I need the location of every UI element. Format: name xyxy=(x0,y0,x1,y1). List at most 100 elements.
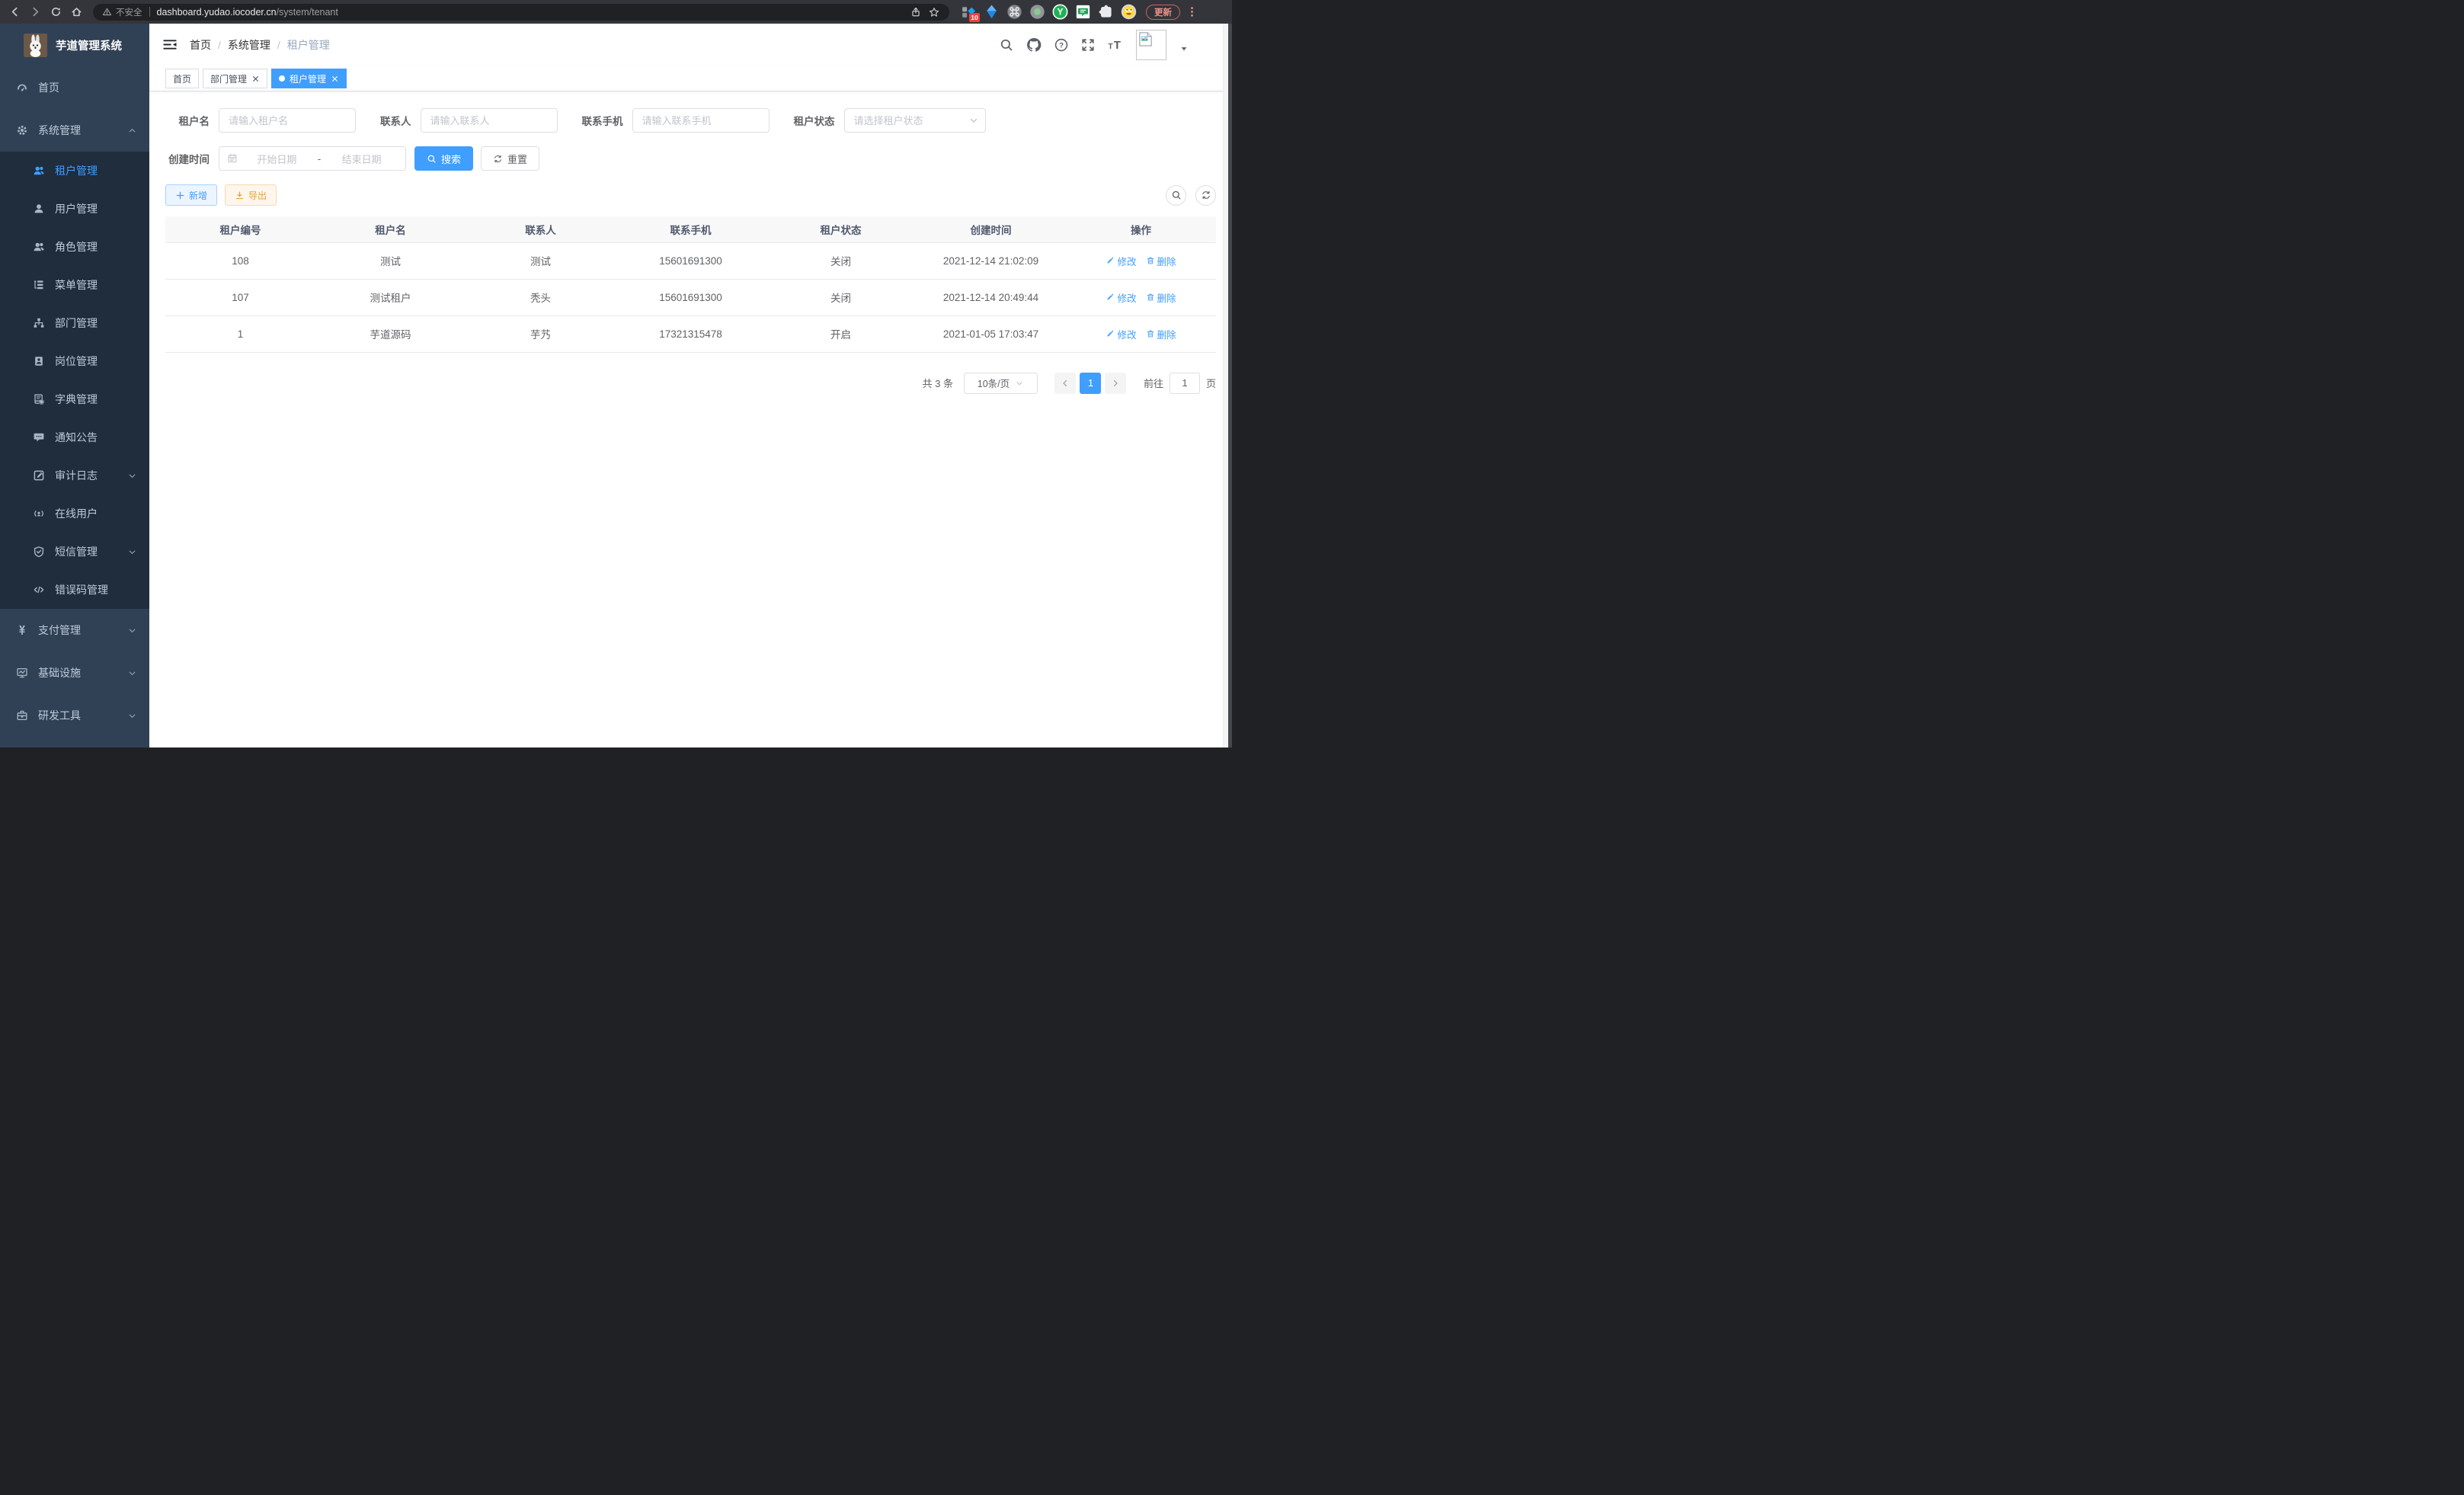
security-label[interactable]: 不安全 xyxy=(116,6,142,18)
browser-home-icon[interactable] xyxy=(66,2,87,22)
share-icon[interactable] xyxy=(907,5,925,20)
online-icon xyxy=(33,507,45,520)
table-header-row: 租户编号租户名联系人联系手机租户状态创建时间操作 xyxy=(165,216,1216,242)
sidebar-item-dept[interactable]: 部门管理 xyxy=(0,304,149,342)
sidebar-item-error-code[interactable]: 错误码管理 xyxy=(0,571,149,609)
goto-page-input[interactable] xyxy=(1170,373,1200,394)
sidebar-item-notice[interactable]: 通知公告 xyxy=(0,418,149,456)
sidebar-item-label: 角色管理 xyxy=(55,239,98,255)
edit-link[interactable]: 修改 xyxy=(1106,290,1136,305)
tab-home[interactable]: 首页 xyxy=(165,69,199,88)
omnibox-divider xyxy=(149,7,150,17)
sidebar-item-label: 基础设施 xyxy=(38,665,81,680)
table-cell: 芋道源码 xyxy=(315,315,466,352)
scrollbar-track[interactable] xyxy=(1223,24,1232,748)
chevron-down-icon xyxy=(127,711,137,721)
sidebar-item-home[interactable]: 首页 xyxy=(0,66,149,109)
page-size-select[interactable]: 10条/页 xyxy=(964,373,1038,394)
avatar-caret-down-icon[interactable] xyxy=(1179,44,1189,53)
filter-mobile: 联系手机 xyxy=(582,108,770,133)
sidebar-item-tenant[interactable]: 租户管理 xyxy=(0,152,149,190)
sidebar-item-menu[interactable]: 菜单管理 xyxy=(0,266,149,304)
help-icon[interactable]: ? xyxy=(1054,38,1068,52)
search-icon xyxy=(1171,190,1182,200)
breadcrumb-item[interactable]: 首页 xyxy=(190,37,211,53)
avatar[interactable] xyxy=(1136,30,1166,60)
status-select[interactable] xyxy=(844,108,986,133)
end-date-placeholder[interactable]: 结束日期 xyxy=(325,152,398,166)
font-size-icon[interactable]: TT xyxy=(1108,37,1123,53)
sidebar-item-dict[interactable]: 字典管理 xyxy=(0,380,149,418)
chevron-down-icon xyxy=(1015,379,1024,388)
sidebar-item-pay[interactable]: 支付管理 xyxy=(0,609,149,651)
toggle-search-button[interactable] xyxy=(1166,185,1186,206)
url-text[interactable]: dashboard.yudao.iocoder.cn/system/tenant xyxy=(157,7,907,18)
sidebar-item-online-user[interactable]: 在线用户 xyxy=(0,495,149,533)
extension-command-icon[interactable] xyxy=(1006,4,1022,20)
next-page-button[interactable] xyxy=(1105,373,1126,394)
edit-link[interactable]: 修改 xyxy=(1106,254,1136,268)
browser-reload-icon[interactable] xyxy=(46,2,66,22)
extension-tiles-icon[interactable]: 10 xyxy=(961,4,977,20)
goto-label: 前往 xyxy=(1144,376,1163,390)
fullscreen-icon[interactable] xyxy=(1081,38,1095,52)
mobile-input[interactable] xyxy=(632,108,770,133)
bookmark-star-icon[interactable] xyxy=(925,5,943,20)
table-cell: 15601691300 xyxy=(616,242,766,279)
add-button[interactable]: 新增 xyxy=(165,184,217,206)
breadcrumb-item[interactable]: 系统管理 xyxy=(228,37,270,53)
sidebar-item-dev-tools[interactable]: 研发工具 xyxy=(0,694,149,737)
header-search-icon[interactable] xyxy=(1000,38,1013,52)
browser-forward-icon[interactable] xyxy=(25,2,46,22)
sidebar-item-system[interactable]: 系统管理 xyxy=(0,109,149,152)
current-page-button[interactable]: 1 xyxy=(1080,373,1101,394)
browser-menu-icon[interactable] xyxy=(1186,5,1198,18)
browser-back-icon[interactable] xyxy=(5,2,25,22)
contact-input[interactable] xyxy=(421,108,558,133)
sidebar-item-audit-log[interactable]: 审计日志 xyxy=(0,456,149,495)
contact-label: 联系人 xyxy=(380,113,411,128)
refresh-table-button[interactable] xyxy=(1195,185,1216,206)
calendar-icon xyxy=(227,153,238,164)
sidebar-item-infra[interactable]: 基础设施 xyxy=(0,651,149,694)
delete-link[interactable]: 删除 xyxy=(1146,327,1176,341)
reset-button[interactable]: 重置 xyxy=(481,146,539,171)
extension-kite-icon[interactable] xyxy=(984,4,1000,20)
tab-dept[interactable]: 部门管理 xyxy=(203,69,267,88)
sidebar-item-user[interactable]: 用户管理 xyxy=(0,190,149,228)
date-range-picker[interactable]: 开始日期 - 结束日期 xyxy=(219,146,406,171)
edit-link[interactable]: 修改 xyxy=(1106,327,1136,341)
address-bar[interactable]: 不安全 dashboard.yudao.iocoder.cn/system/te… xyxy=(93,4,949,21)
export-button[interactable]: 导出 xyxy=(225,184,277,206)
column-header: 创建时间 xyxy=(916,216,1066,242)
extension-dot-circle-icon[interactable] xyxy=(1029,4,1045,20)
collapse-sidebar-icon[interactable] xyxy=(162,38,178,51)
security-warning-icon[interactable] xyxy=(102,7,112,17)
close-icon[interactable] xyxy=(251,75,260,83)
start-date-placeholder[interactable]: 开始日期 xyxy=(241,152,313,166)
sidebar-item-label: 部门管理 xyxy=(55,315,98,331)
tab-tenant[interactable]: 租户管理 xyxy=(271,69,347,88)
edit-pencil-icon xyxy=(1106,329,1115,338)
edit-pencil-icon xyxy=(1106,293,1115,302)
sidebar-logo[interactable]: 芋道管理系统 xyxy=(0,24,149,66)
sidebar-item-role[interactable]: 角色管理 xyxy=(0,228,149,266)
extension-emoji-icon[interactable] xyxy=(1121,4,1137,20)
column-header: 租户名 xyxy=(315,216,466,242)
column-header: 联系手机 xyxy=(616,216,766,242)
github-icon[interactable] xyxy=(1026,37,1042,53)
tenant-name-input[interactable] xyxy=(219,108,356,133)
extensions-puzzle-icon[interactable] xyxy=(1098,4,1114,20)
status-select-input[interactable] xyxy=(844,108,986,133)
search-button[interactable]: 搜索 xyxy=(414,146,473,171)
prev-page-button[interactable] xyxy=(1054,373,1076,394)
delete-link[interactable]: 删除 xyxy=(1146,290,1176,305)
browser-update-button[interactable]: 更新 xyxy=(1146,5,1180,20)
close-icon[interactable] xyxy=(331,75,339,83)
sidebar-item-post[interactable]: 岗位管理 xyxy=(0,342,149,380)
total-count: 共 3 条 xyxy=(923,376,953,390)
delete-link[interactable]: 删除 xyxy=(1146,254,1176,268)
extension-chat-icon[interactable] xyxy=(1075,4,1091,20)
extension-green-y-icon[interactable]: Y xyxy=(1052,4,1068,20)
sidebar-item-sms[interactable]: 短信管理 xyxy=(0,533,149,571)
